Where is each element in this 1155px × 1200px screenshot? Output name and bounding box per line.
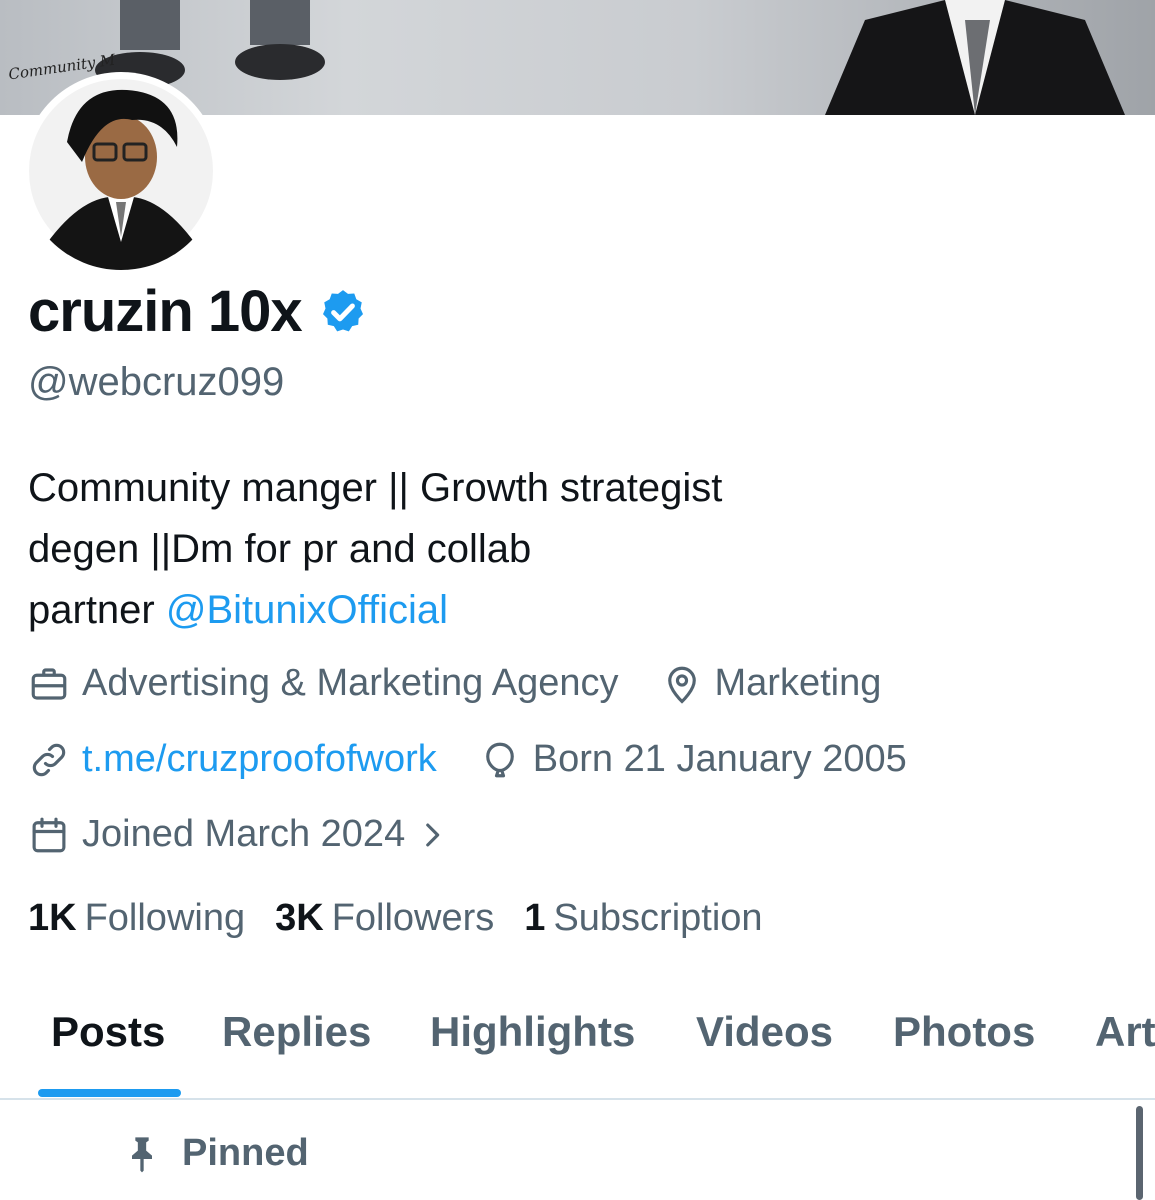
profile-meta-row-3[interactable]: Joined March 2024	[28, 813, 491, 856]
birthday-item: Born 21 January 2005	[479, 738, 907, 781]
bio-line-3: partner @BitunixOfficial	[28, 580, 722, 641]
birthday-label: Born 21 January 2005	[532, 738, 907, 780]
joined-label: Joined March 2024	[82, 813, 406, 855]
following-count: 1K	[28, 897, 77, 939]
display-name: cruzin 10x	[28, 279, 303, 344]
profile-meta-row-2: t.me/cruzproofofwork Born 21 January 200…	[28, 738, 949, 781]
profile-avatar[interactable]	[22, 72, 220, 270]
calendar-icon	[32, 817, 66, 852]
bio-mention-link[interactable]: @BitunixOfficial	[166, 588, 448, 632]
category-item: Advertising & Marketing Agency	[28, 662, 619, 705]
location-item: Marketing	[661, 662, 882, 705]
website-item[interactable]: t.me/cruzproofofwork	[28, 738, 437, 781]
pin-icon	[132, 1136, 152, 1172]
profile-bio: Community manger || Growth strategist de…	[28, 458, 722, 641]
briefcase-icon	[31, 667, 67, 700]
banner-art-suit	[825, 0, 1125, 115]
profile-name-row: cruzin 10x	[28, 278, 368, 345]
followers-stat[interactable]: 3K Followers	[275, 897, 494, 940]
avatar-illustration	[29, 79, 213, 270]
followers-count: 3K	[275, 897, 324, 939]
link-icon	[32, 743, 66, 776]
profile-handle: @webcruz099	[28, 360, 285, 404]
chevron-right-icon[interactable]	[415, 818, 449, 852]
tab-posts[interactable]: Posts	[51, 1008, 165, 1056]
location-label: Marketing	[714, 662, 882, 704]
subscription-label: Subscription	[553, 897, 763, 939]
bio-line-1: Community manger || Growth strategist	[28, 466, 723, 510]
following-stat[interactable]: 1K Following	[28, 897, 245, 940]
following-label: Following	[84, 897, 246, 939]
pinned-label-row: Pinned	[122, 1132, 309, 1175]
profile-meta-row-1: Advertising & Marketing Agency Marketing	[28, 662, 923, 705]
scrollbar[interactable]	[1136, 1106, 1143, 1200]
balloon-icon	[485, 742, 514, 777]
profile-tabs: Posts Replies Highlights Videos Photos A…	[0, 1000, 1155, 1100]
category-label: Advertising & Marketing Agency	[82, 662, 619, 704]
joined-item[interactable]: Joined March 2024	[28, 813, 449, 856]
tab-videos[interactable]: Videos	[696, 1008, 833, 1056]
website-link[interactable]: t.me/cruzproofofwork	[82, 738, 437, 781]
bio-line-3-prefix: partner	[28, 588, 166, 632]
active-tab-indicator	[38, 1089, 181, 1097]
tab-replies[interactable]: Replies	[222, 1008, 371, 1056]
tab-highlights[interactable]: Highlights	[430, 1008, 635, 1056]
subscription-count: 1	[524, 897, 546, 939]
tab-articles[interactable]: Art	[1095, 1008, 1155, 1056]
followers-label: Followers	[331, 897, 495, 939]
subscription-stat[interactable]: 1 Subscription	[524, 897, 762, 940]
verified-badge-icon[interactable]	[318, 287, 368, 337]
profile-stats: 1K Following 3K Followers 1 Subscription	[28, 897, 793, 940]
location-pin-icon	[667, 666, 696, 704]
bio-line-2: degen ||Dm for pr and collab	[28, 527, 532, 571]
pinned-label: Pinned	[182, 1132, 309, 1174]
tab-photos[interactable]: Photos	[893, 1008, 1035, 1056]
